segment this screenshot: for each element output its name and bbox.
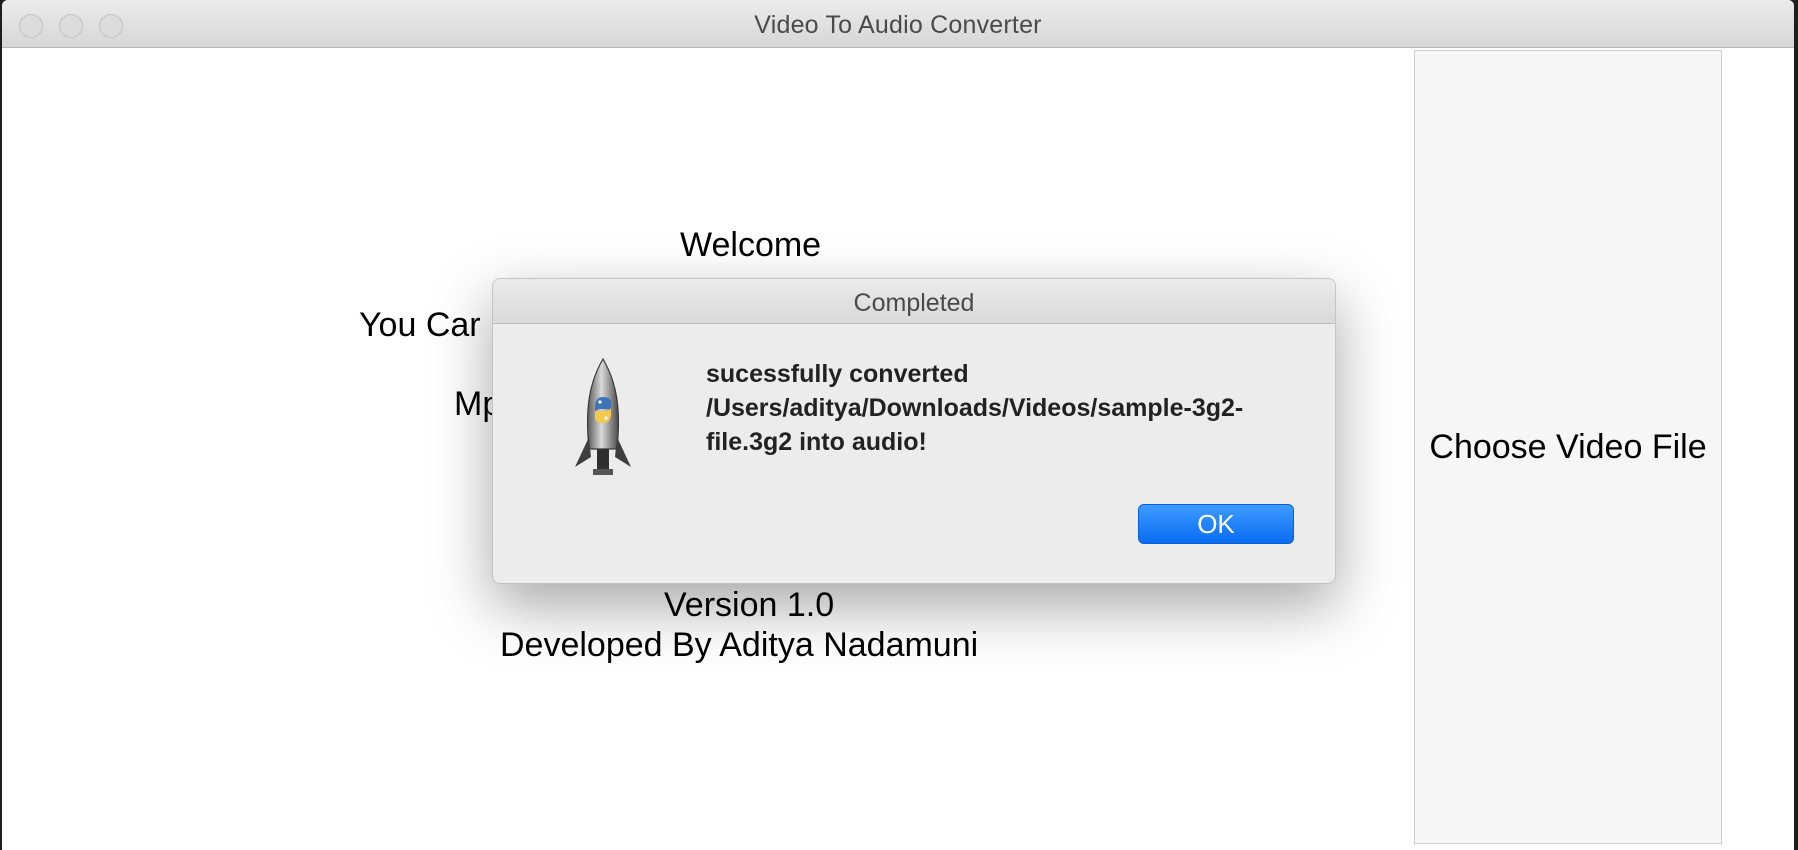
python-launcher-rocket-icon: [571, 357, 635, 487]
choose-video-file-button[interactable]: Choose Video File: [1414, 50, 1722, 844]
window-titlebar[interactable]: Video To Audio Converter: [2, 0, 1794, 48]
ok-button[interactable]: OK: [1138, 504, 1294, 544]
welcome-label: Welcome: [680, 226, 822, 264]
app-window: Video To Audio Converter Welcome You Car…: [2, 0, 1794, 850]
developer-label: Developed By Aditya Nadamuni: [500, 626, 979, 664]
dialog-title: Completed: [853, 289, 975, 317]
dialog-titlebar[interactable]: Completed: [493, 279, 1335, 324]
window-title: Video To Audio Converter: [754, 11, 1042, 39]
completed-dialog: Completed sucessfully converted /Users/a…: [492, 278, 1336, 584]
instructions-label: You Car: [359, 306, 481, 344]
version-label: Version 1.0: [664, 586, 835, 624]
dialog-message: sucessfully converted /Users/aditya/Down…: [706, 360, 1244, 456]
